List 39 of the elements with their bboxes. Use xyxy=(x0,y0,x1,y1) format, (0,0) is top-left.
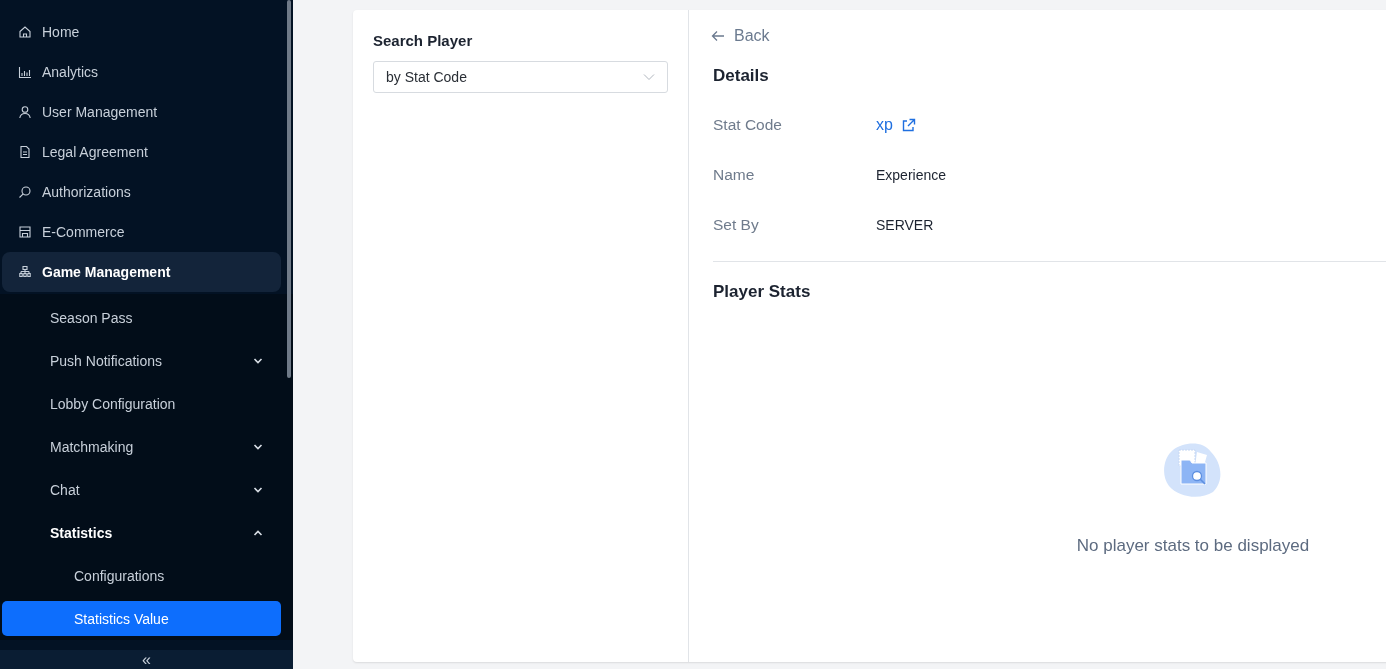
empty-message: No player stats to be displayed xyxy=(1076,536,1310,556)
search-type-select[interactable]: by Stat Code xyxy=(373,61,668,93)
panel-title: Search Player xyxy=(373,32,474,49)
field-label: Name xyxy=(713,166,756,184)
stat-code-link[interactable]: xp xyxy=(876,116,916,134)
chevron-down-icon xyxy=(643,73,655,81)
collapse-button[interactable]: « xyxy=(0,650,293,669)
nav-subitem[interactable]: Statistics xyxy=(2,511,281,554)
nav-subitem[interactable]: Configurations xyxy=(2,558,281,593)
nav-item[interactable]: Legal Agreement xyxy=(2,132,281,172)
arrow-left-icon xyxy=(711,30,725,42)
bar-chart-icon xyxy=(18,65,32,79)
nav-item[interactable]: Home xyxy=(2,12,281,52)
nav-item[interactable]: Game Management xyxy=(2,252,281,292)
store-icon xyxy=(18,225,32,239)
nav-item[interactable]: E-Commerce xyxy=(2,212,281,252)
nav-item[interactable]: Authorizations xyxy=(2,172,281,212)
nav-item[interactable]: User Management xyxy=(2,92,281,132)
section-title: Player Stats xyxy=(713,282,812,302)
nav-subitem[interactable]: Push Notifications xyxy=(2,339,281,382)
document-icon xyxy=(18,145,32,159)
back-link[interactable]: Back xyxy=(705,26,1386,46)
field-value: SERVER xyxy=(876,217,934,233)
home-icon xyxy=(18,25,32,39)
search-icon xyxy=(18,185,32,199)
nav-subitem[interactable]: Matchmaking xyxy=(2,425,281,468)
scrollbar[interactable] xyxy=(287,0,291,378)
hierarchy-icon xyxy=(18,265,32,279)
field-value: Experience xyxy=(876,167,947,183)
field-label: Set By xyxy=(713,216,760,234)
external-link-icon xyxy=(900,117,916,133)
nav-subitem[interactable]: Statistics Value xyxy=(2,601,281,636)
section-title: Details xyxy=(713,66,770,86)
nav-subitem[interactable]: Season Pass xyxy=(2,296,281,339)
user-icon xyxy=(18,105,32,119)
nav-item[interactable]: Analytics xyxy=(2,52,281,92)
field-label: Stat Code xyxy=(713,116,783,134)
nav-subitem[interactable]: Chat xyxy=(2,468,281,511)
nav-subitem[interactable]: Lobby Configuration xyxy=(2,382,281,425)
